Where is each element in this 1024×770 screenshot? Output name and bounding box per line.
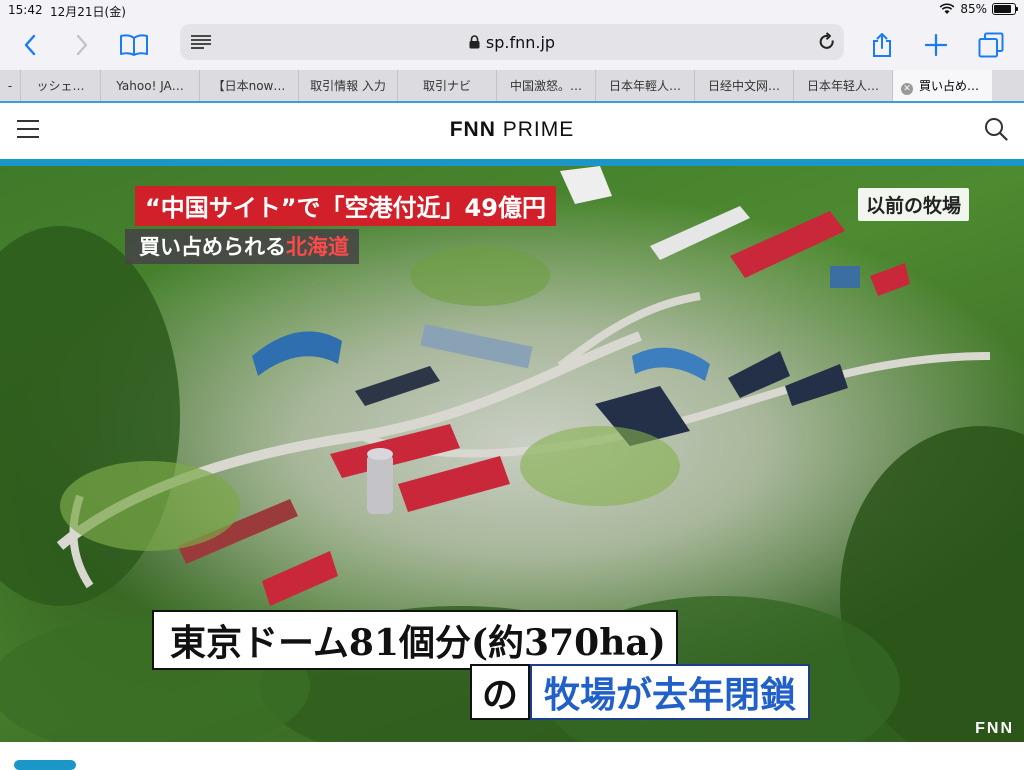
caption-bottom-line2: の牧場が去年閉鎖 (470, 664, 811, 720)
book-icon (120, 34, 148, 56)
tab-item-active[interactable]: ✕ 買い占め… (893, 70, 992, 102)
share-icon (873, 33, 891, 57)
status-right: 85% (939, 2, 1018, 16)
site-header: FNN PRIME (0, 103, 1024, 160)
caption-headline-gray: 買い占められる北海道 (125, 229, 359, 264)
logo-part1: FNN (449, 118, 496, 141)
caption-line2-particle: の (470, 664, 531, 720)
tab-item[interactable]: 取引ナビ (398, 70, 497, 102)
tab-item[interactable]: 日经中文网… (695, 70, 794, 102)
category-badge (14, 760, 76, 770)
plus-icon (925, 34, 947, 56)
search-icon (985, 118, 1008, 141)
wifi-icon (939, 3, 955, 14)
tab-item[interactable]: - (0, 70, 21, 102)
status-time: 15:42 (8, 3, 43, 17)
close-tab-icon[interactable]: ✕ (901, 83, 913, 95)
tab-item[interactable]: 日本年轻人… (794, 70, 893, 102)
logo-part2: PRIME (502, 118, 575, 141)
tab-item[interactable]: 日本年輕人… (596, 70, 695, 102)
share-button[interactable] (862, 25, 902, 65)
tabs-icon (978, 32, 1004, 58)
status-bar: 15:42 12月21日(金) 85% (0, 0, 1024, 20)
tab-item[interactable]: 【日本now… (200, 70, 299, 102)
reload-icon (819, 32, 834, 49)
caption-gray-highlight: 北海道 (286, 235, 349, 259)
browser-toolbar: sp.fnn.jp (0, 20, 1024, 70)
address-bar[interactable]: sp.fnn.jp (180, 24, 844, 60)
tab-item[interactable]: 取引情報 入力 (299, 70, 398, 102)
forward-button[interactable] (62, 25, 102, 65)
tab-item[interactable]: Yahoo! JA… (101, 70, 200, 102)
news-hero-image[interactable]: “中国サイト”で「空港付近」49億円 買い占められる北海道 以前の牧場 東京ドー… (0, 166, 1024, 742)
broadcaster-watermark: FNN (975, 720, 1014, 737)
tab-item[interactable]: 中国激怒。… (497, 70, 596, 102)
caption-line2-highlight: 牧場が去年閉鎖 (530, 664, 811, 720)
status-date: 12月21日(金) (50, 5, 126, 19)
reload-button[interactable] (818, 32, 836, 56)
battery-icon (992, 3, 1018, 15)
search-button[interactable] (984, 117, 1008, 145)
caption-tag: 以前の牧場 (858, 188, 970, 221)
caption-gray-text: 買い占められる (139, 235, 286, 259)
url-text: sp.fnn.jp (485, 33, 556, 52)
chevron-right-icon (76, 34, 88, 56)
battery-percent: 85% (960, 2, 987, 16)
caption-headline-red: “中国サイト”で「空港付近」49億円 (135, 186, 556, 226)
tab-strip: - ッシェ… Yahoo! JA… 【日本now… 取引情報 入力 取引ナビ 中… (0, 70, 1024, 103)
tabs-overview-button[interactable] (971, 25, 1011, 65)
accent-divider (0, 159, 1024, 166)
back-button[interactable] (10, 25, 50, 65)
caption-bottom-line1: 東京ドーム81個分(約370ha) (152, 610, 678, 670)
tab-item[interactable]: ッシェ… (21, 70, 101, 102)
url-display: sp.fnn.jp (180, 33, 844, 52)
new-tab-button[interactable] (916, 25, 956, 65)
site-logo[interactable]: FNN PRIME (0, 118, 1024, 142)
bookmarks-button[interactable] (114, 25, 154, 65)
chevron-left-icon (24, 34, 36, 56)
lock-icon (469, 35, 480, 49)
